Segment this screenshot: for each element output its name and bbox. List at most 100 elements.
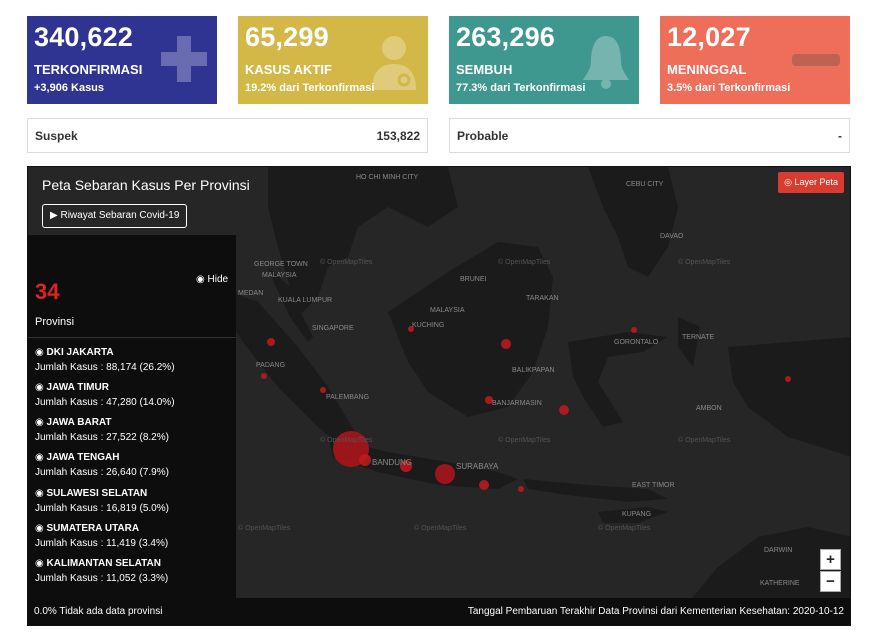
label-malaysia-n: MALAYSIA <box>262 272 297 279</box>
suspek-label: Suspek <box>35 129 78 143</box>
label-kuching: KUCHING <box>412 322 445 329</box>
bubble-sumatera-barat <box>261 373 267 379</box>
province-name: JAWA TENGAH <box>46 452 120 463</box>
zoom-in-button[interactable]: + <box>820 549 841 570</box>
label-kupang: KUPANG <box>622 511 652 518</box>
suspek-box: Suspek 153,822 <box>27 118 428 153</box>
minus-icon <box>792 54 840 66</box>
recovered-sub: 77.3% dari Terkonfirmasi <box>456 82 586 94</box>
bell-icon <box>583 36 629 89</box>
deaths-value: 12,027 <box>667 22 751 52</box>
label-ambon: AMBON <box>696 405 722 412</box>
province-name: JAWA TIMUR <box>46 382 109 393</box>
bubble-sumatera-selatan <box>320 387 326 393</box>
recovered-value: 263,296 <box>456 22 555 52</box>
label-balikpapan: BALIKPAPAN <box>512 367 555 374</box>
label-ternate: TERNATE <box>682 334 715 341</box>
province-item[interactable]: ◉ KALIMANTAN SELATAN Jumlah Kasus : 11,0… <box>35 558 168 584</box>
label-tarakan: TARAKAN <box>526 295 559 302</box>
location-pin-icon: ◉ <box>35 558 44 569</box>
history-button[interactable]: ▶ Riwayat Sebaran Covid-19 <box>42 204 188 228</box>
hide-button-label: Hide <box>207 274 229 285</box>
province-name: SULAWESI SELATAN <box>46 488 148 499</box>
tiles-credit-4: © OpenMapTiles <box>678 259 731 266</box>
eye-icon: ◉ <box>196 274 205 285</box>
location-pin-icon: ◉ <box>35 347 44 358</box>
bubble-jawa-barat <box>359 454 371 466</box>
label-brunei: BRUNEI <box>460 276 487 283</box>
label-davao: DAVAO <box>660 233 684 240</box>
location-pin-icon: ◉ <box>35 523 44 534</box>
label-cebu: CEBU CITY <box>626 181 664 188</box>
label-medan: MEDAN <box>238 290 264 297</box>
bubble-sulawesi-selatan <box>559 405 569 415</box>
label-palembang: PALEMBANG <box>326 394 370 401</box>
tiles-credit-6: © OpenMapTiles <box>498 437 551 444</box>
play-icon: ▶ <box>50 210 58 221</box>
label-surabaya: SURABAYA <box>456 462 499 471</box>
active-label: KASUS AKTIF <box>245 62 332 77</box>
no-data-legend: 0.0% Tidak ada data provinsi <box>34 606 163 617</box>
province-item[interactable]: ◉ SUMATERA UTARA Jumlah Kasus : 11,419 (… <box>35 523 168 549</box>
probable-box: Probable - <box>449 118 850 153</box>
sidebar-divider <box>28 337 236 338</box>
hide-button[interactable]: ◉ Hide <box>196 274 228 285</box>
layers-icon: ◎ <box>784 177 792 187</box>
label-singapore: SINGAPORE <box>312 325 354 332</box>
province-count-label: Provinsi <box>35 316 75 328</box>
label-bandung: BANDUNG <box>372 458 413 467</box>
bubble-bali <box>479 480 489 490</box>
province-cases: Jumlah Kasus : 11,419 (3.4%) <box>35 538 169 549</box>
province-cases: Jumlah Kasus : 27,522 (8.2%) <box>35 432 169 443</box>
label-ho-chi-minh: HO CHI MINH CITY <box>356 174 419 181</box>
bubble-jawa-timur <box>435 464 455 484</box>
bubble-ntb <box>518 486 524 492</box>
zoom-out-button[interactable]: − <box>820 571 841 592</box>
province-item[interactable]: ◉ JAWA TIMUR Jumlah Kasus : 47,280 (14.0… <box>35 382 175 408</box>
bubble-sulawesi-utara <box>631 327 637 333</box>
layer-button[interactable]: ◎ Layer Peta <box>778 172 844 193</box>
update-date-note: Tanggal Pembaruan Terakhir Data Provinsi… <box>467 606 844 617</box>
province-cases: Jumlah Kasus : 47,280 (14.0%) <box>35 397 175 408</box>
province-item[interactable]: ◉ SULAWESI SELATAN Jumlah Kasus : 16,819… <box>35 488 169 514</box>
province-item[interactable]: ◉ JAWA TENGAH Jumlah Kasus : 26,640 (7.9… <box>35 452 169 478</box>
active-card: 65,299 KASUS AKTIF 19.2% dari Terkonfirm… <box>238 16 428 104</box>
province-name: JAWA BARAT <box>46 417 112 428</box>
suspek-value: 153,822 <box>376 129 420 143</box>
province-cases: Jumlah Kasus : 88,174 (26.2%) <box>35 362 175 373</box>
tiles-credit-5: © OpenMapTiles <box>320 437 373 444</box>
recovered-label: SEMBUH <box>456 62 513 77</box>
bubble-riau <box>267 338 275 346</box>
province-cases: Jumlah Kasus : 26,640 (7.9%) <box>35 467 169 478</box>
confirmed-value: 340,622 <box>34 22 133 52</box>
confirmed-card: 340,622 TERKONFIRMASI +3,906 Kasus <box>27 16 217 104</box>
province-item[interactable]: ◉ JAWA BARAT Jumlah Kasus : 27,522 (8.2%… <box>35 417 169 443</box>
location-pin-icon: ◉ <box>35 452 44 463</box>
tiles-credit-9: © OpenMapTiles <box>414 525 467 532</box>
tiles-credit-10: © OpenMapTiles <box>598 525 651 532</box>
label-malaysia-e: MALAYSIA <box>430 307 465 314</box>
province-count: 34 <box>35 279 60 304</box>
label-banjarmasin: BANJARMASIN <box>492 400 542 407</box>
page: 340,622 TERKONFIRMASI +3,906 Kasus 65,29… <box>0 0 889 643</box>
recovered-card: 263,296 SEMBUH 77.3% dari Terkonfirmasi <box>449 16 639 104</box>
label-darwin: DARWIN <box>764 547 793 554</box>
tiles-credit-2: © OpenMapTiles <box>320 259 373 266</box>
location-pin-icon: ◉ <box>35 417 44 428</box>
doctor-icon <box>372 36 416 90</box>
province-item[interactable]: ◉ DKI JAKARTA Jumlah Kasus : 88,174 (26.… <box>35 347 175 373</box>
province-sidebar: ◉ Hide 34 Provinsi ◉ DKI JAKARTA Jumlah … <box>28 235 236 599</box>
province-cases: Jumlah Kasus : 16,819 (5.0%) <box>35 503 169 514</box>
province-name: KALIMANTAN SELATAN <box>46 558 161 569</box>
location-pin-icon: ◉ <box>35 382 44 393</box>
province-map[interactable]: HO CHI MINH CITY CEBU CITY DAVAO GEORGE … <box>27 166 851 626</box>
deaths-card: 12,027 MENINGGAL 3.5% dari Terkonfirmasi <box>660 16 850 104</box>
map-footer: 0.0% Tidak ada data provinsi Tanggal Pem… <box>28 598 850 625</box>
label-gorontalo: GORONTALO <box>614 339 659 346</box>
label-padang: PADANG <box>256 362 286 369</box>
label-kuala-lumpur: KUALA LUMPUR <box>278 297 333 304</box>
province-name: SUMATERA UTARA <box>46 523 140 534</box>
label-east-timor: EAST TIMOR <box>632 482 675 489</box>
deaths-label: MENINGGAL <box>667 62 747 77</box>
province-name: DKI JAKARTA <box>46 347 114 358</box>
